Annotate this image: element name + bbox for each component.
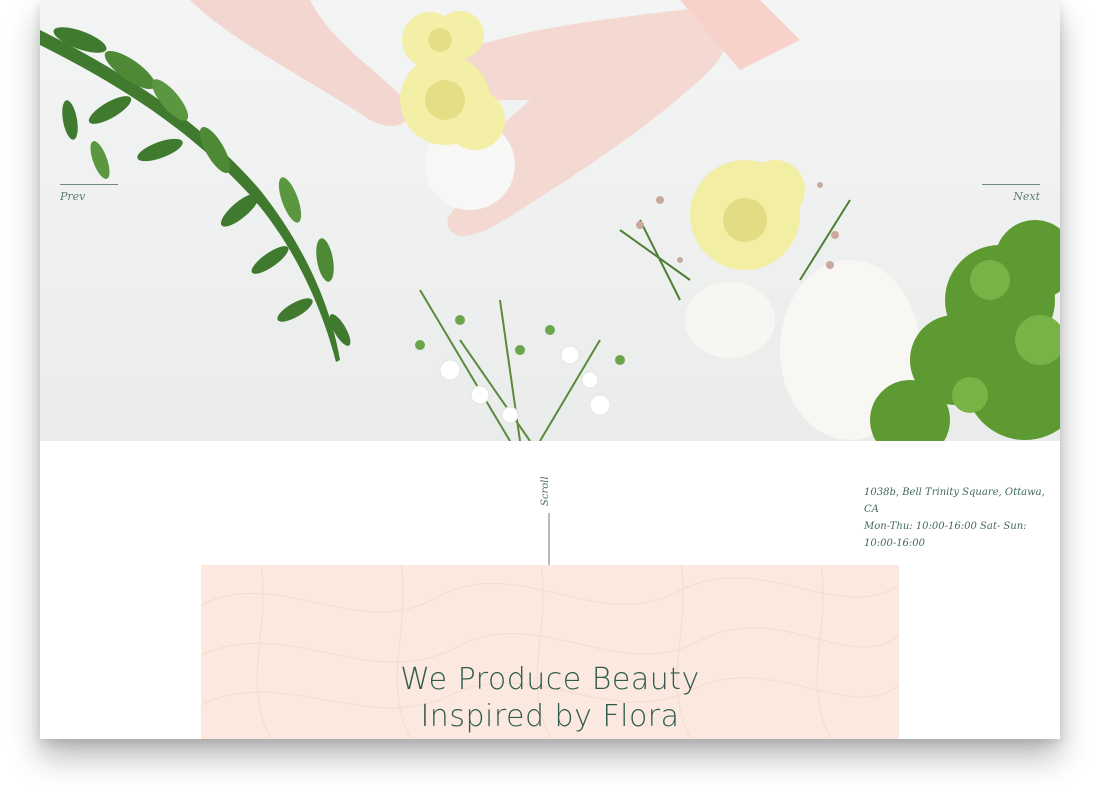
promo-title-line2: Inspired by Flora (420, 699, 680, 734)
promo-title-line1: We Produce Beauty (400, 662, 700, 697)
prev-label: Prev (60, 190, 86, 203)
prev-slide-button[interactable]: Prev (60, 184, 118, 203)
address-text: 1038b, Bell Trinity Square, Ottawa, CA (864, 487, 1045, 515)
hero-image (40, 0, 1060, 441)
contact-info: 1038b, Bell Trinity Square, Ottawa, CA M… (864, 484, 1054, 552)
hours-text: Mon-Thu: 10:00-16:00 Sat- Sun: 10:00-16:… (864, 521, 1027, 549)
hero-slider: Prev Next (40, 0, 1060, 441)
prev-line (60, 184, 118, 185)
next-line (982, 184, 1040, 185)
promo-title: We Produce Beauty Inspired by Flora (201, 661, 899, 735)
promo-section: We Produce Beauty Inspired by Flora (201, 565, 899, 739)
browser-window: Prev Next Scroll 1038b, Bell Trinity Squ… (40, 0, 1060, 739)
next-slide-button[interactable]: Next (982, 184, 1040, 203)
next-label: Next (1013, 190, 1040, 203)
